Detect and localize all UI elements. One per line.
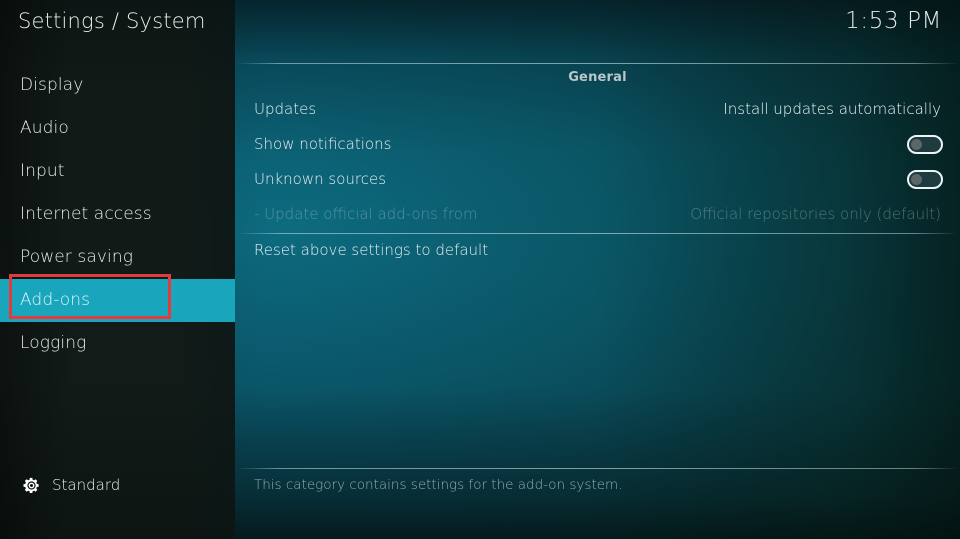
sidebar-item-label: Input — [20, 161, 65, 181]
settings-level-indicator[interactable]: Standard — [22, 468, 120, 502]
setting-row-update-official-addons-from: - Update official add-ons from Official … — [254, 199, 960, 229]
setting-row-updates[interactable]: Updates Install updates automatically — [254, 94, 960, 124]
sidebar-item-power-saving[interactable]: Power saving — [0, 236, 235, 279]
settings-content-panel: General Updates Install updates automati… — [235, 0, 960, 539]
page-title: Settings / System — [18, 9, 206, 33]
toggle-knob — [911, 139, 922, 150]
sidebar-item-label: Add-ons — [20, 290, 91, 310]
sidebar-nav-list: Display Audio Input Internet access Powe… — [0, 64, 235, 365]
toggle-knob — [911, 174, 922, 185]
settings-group-header: General — [568, 70, 627, 85]
sidebar-item-audio[interactable]: Audio — [0, 107, 235, 150]
gear-icon — [23, 477, 39, 493]
setting-value: Official repositories only (default) — [690, 205, 941, 223]
separator-above-reset — [237, 233, 958, 234]
separator-top — [237, 63, 958, 64]
sidebar-item-label: Display — [20, 75, 84, 95]
separator-above-help — [237, 468, 958, 469]
sidebar-item-internet-access[interactable]: Internet access — [0, 193, 235, 236]
setting-row-reset-to-default[interactable]: Reset above settings to default — [254, 235, 960, 265]
sidebar-item-add-ons[interactable]: Add-ons — [0, 279, 235, 322]
help-text: This category contains settings for the … — [254, 477, 623, 493]
setting-row-show-notifications[interactable]: Show notifications — [254, 129, 960, 159]
setting-label: Show notifications — [254, 135, 392, 153]
sidebar-item-input[interactable]: Input — [0, 150, 235, 193]
setting-label: - Update official add-ons from — [254, 205, 478, 223]
sidebar-item-label: Internet access — [20, 204, 152, 224]
sidebar-item-label: Power saving — [20, 247, 134, 267]
sidebar-item-display[interactable]: Display — [0, 64, 235, 107]
setting-label: Unknown sources — [254, 170, 387, 188]
show-notifications-toggle[interactable] — [907, 135, 943, 154]
settings-level-label: Standard — [52, 476, 121, 494]
setting-row-unknown-sources[interactable]: Unknown sources — [254, 164, 960, 194]
unknown-sources-toggle[interactable] — [907, 170, 943, 189]
kodi-settings-screen: Settings / System 1:53 PM Display Audio … — [0, 0, 960, 539]
setting-value[interactable]: Install updates automatically — [723, 94, 941, 124]
sidebar-item-logging[interactable]: Logging — [0, 322, 235, 365]
sidebar-item-label: Logging — [20, 333, 87, 353]
sidebar-item-label: Audio — [20, 118, 69, 138]
setting-label: Reset above settings to default — [254, 241, 489, 259]
setting-label: Updates — [254, 100, 317, 118]
